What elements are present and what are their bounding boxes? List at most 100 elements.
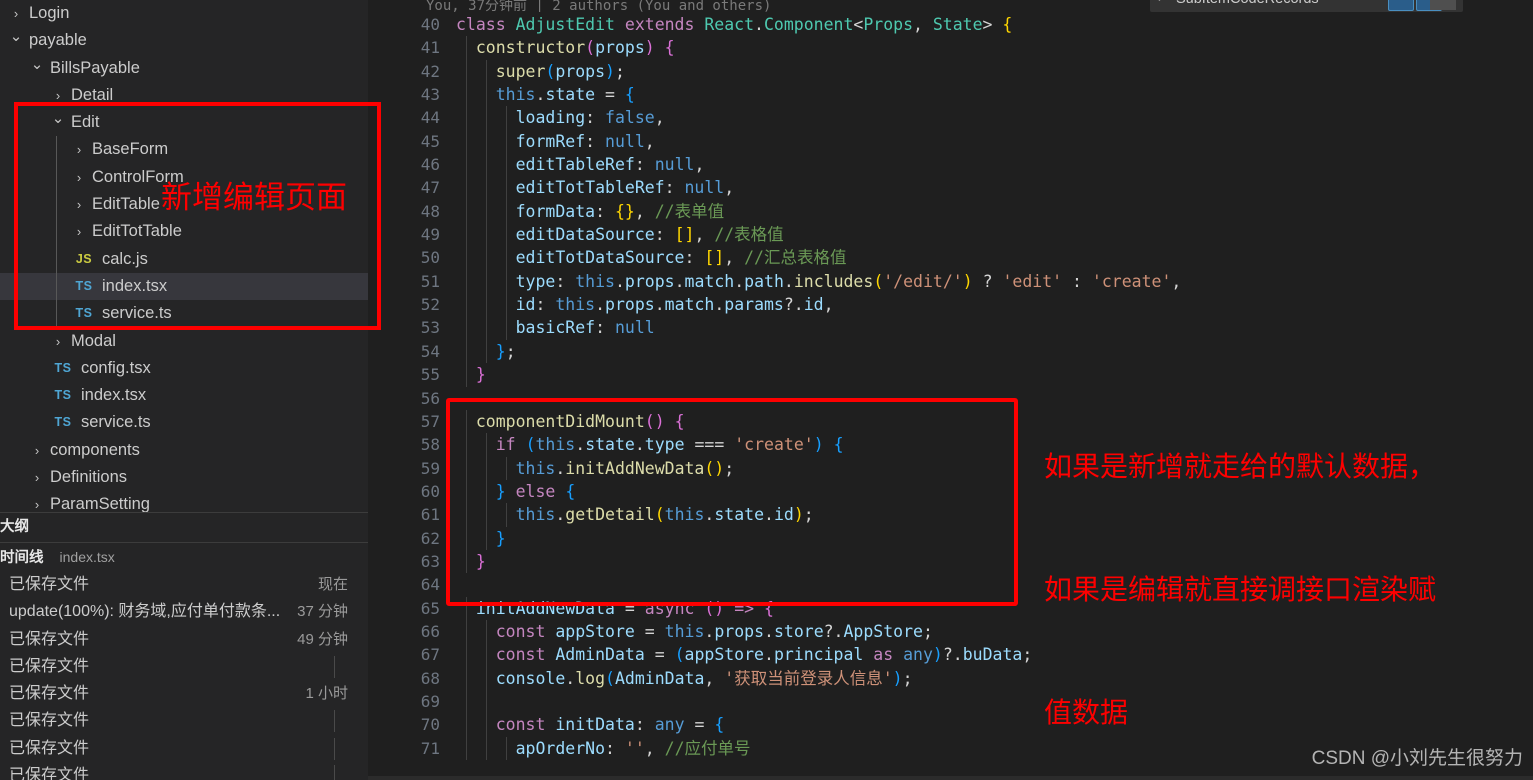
tree-item-calc-js[interactable]: JS calc.js [0, 245, 368, 273]
tree-item-login[interactable]: › Login [0, 0, 368, 27]
line-number: 46 [420, 155, 440, 175]
chevron-right-icon: › [1158, 0, 1162, 5]
line-number: 42 [420, 61, 440, 81]
code-line-text: componentDidMount() { [475, 411, 685, 431]
timeline-list[interactable]: 已保存文件 现在 update(100%): 财务域,应付单付款条... 37 分钟已… [0, 571, 368, 780]
editor-bottom-strip [368, 776, 1533, 780]
editor-actions-overflow[interactable]: ⋯ [1463, 0, 1533, 12]
tree-item-edittottable[interactable]: › EditTotTable [0, 218, 368, 246]
code-line[interactable]: 40 class AdjustEdit extends React.Compone… [368, 13, 1533, 36]
tree-item-baseform[interactable]: › BaseForm [0, 136, 368, 164]
timeline-tick-mark [334, 765, 335, 780]
tree-item-label: ParamSetting [50, 495, 150, 512]
chevron-right-icon[interactable]: › [71, 164, 87, 191]
code-line[interactable]: 46 editTableRef: null, [368, 153, 1533, 177]
breadcrumb-bar[interactable]: › SubItemCodeRecords [1150, 0, 1463, 12]
line-number: 66 [420, 621, 440, 641]
tree-item-index-tsx[interactable]: TS index.tsx [0, 272, 368, 301]
timeline-title: 时间线 [0, 550, 44, 566]
timeline-row[interactable]: 已保存文件 49 分钟 [0, 626, 368, 653]
code-line-text: class AdjustEdit extends React.Component… [456, 15, 1013, 34]
split-editor-icon[interactable] [1388, 0, 1414, 11]
tree-item-billspayable[interactable]: ⌄ BillsPayable [0, 55, 368, 82]
code-line-text: this.state = { [495, 85, 635, 105]
tree-item-edit[interactable]: ⌄ Edit [0, 109, 368, 136]
tree-item-label: calc.js [102, 249, 148, 268]
code-line[interactable]: 54 }; [368, 339, 1533, 364]
explorer-sidebar: › Login ⌄ payable ⌄ BillsPayable › Detail ⌄ Edit ›… [0, 0, 368, 780]
code-line[interactable]: 47 editTotTableRef: null, [368, 176, 1533, 200]
code-line-text: editTableRef: null, [515, 155, 705, 175]
timeline-section-header[interactable]: 时间线 index.tsx [0, 542, 368, 571]
timeline-row[interactable]: update(100%): 财务域,应付单付款条... 37 分钟 [0, 598, 368, 625]
tree-indent-guide [56, 163, 57, 192]
timeline-row[interactable]: 已保存文件 现在 [0, 571, 368, 598]
tree-indent-guide [56, 191, 57, 219]
chevron-right-icon[interactable]: › [71, 218, 87, 245]
tree-item-payable[interactable]: ⌄ payable [0, 27, 368, 54]
timeline-row[interactable]: 已保存文件 [0, 707, 368, 734]
code-line-text: const initData: any = { [495, 715, 725, 735]
timeline-tick-mark [334, 710, 335, 733]
line-number: 41 [420, 38, 440, 58]
chevron-right-icon[interactable]: › [29, 464, 45, 491]
ts-file-icon: TS [54, 388, 72, 403]
code-line[interactable]: 51 type: this.props.match.path.includes(… [368, 269, 1533, 294]
chevron-right-icon[interactable]: › [50, 328, 66, 355]
tree-item-paramsetting[interactable]: › ParamSetting [0, 491, 368, 512]
file-explorer-tree[interactable]: › Login ⌄ payable ⌄ BillsPayable › Detail ⌄ Edit ›… [0, 0, 368, 512]
line-number: 62 [420, 528, 440, 548]
minimap-slider[interactable] [1430, 0, 1456, 10]
timeline-row-label: 已保存文件 [9, 685, 90, 703]
code-line-text: type: this.props.match.path.includes('/e… [515, 271, 1182, 291]
code-line[interactable]: 52 id: this.props.match.params?.id, [368, 293, 1533, 317]
tree-item-definitions[interactable]: › Definitions [0, 464, 368, 491]
code-line-text: initAddNewData = async () => { [475, 598, 774, 618]
tree-item-config-tsx[interactable]: TS config.tsx [0, 355, 368, 382]
outline-section-header[interactable]: 大纲 [0, 512, 368, 541]
line-number: 47 [420, 178, 440, 198]
tree-item-modal[interactable]: › Modal [0, 328, 368, 355]
code-line[interactable]: 42 super(props); [368, 59, 1533, 84]
line-number: 51 [420, 271, 440, 291]
chevron-down-icon[interactable]: ⌄ [8, 23, 24, 50]
tree-item-service-ts[interactable]: TS service.ts [0, 300, 368, 328]
code-line-text: super(props); [495, 61, 625, 81]
line-number: 57 [420, 411, 440, 431]
timeline-tick-mark [334, 655, 335, 678]
code-line-text: id: this.props.match.params?.id, [515, 295, 834, 315]
timeline-row[interactable]: 已保存文件 [0, 762, 368, 780]
code-line[interactable]: 41 constructor(props) { [368, 36, 1533, 60]
code-line[interactable]: 50 editTotDataSource: [], //汇总表格值 [368, 246, 1533, 270]
tree-item-label: service.ts [81, 413, 151, 432]
timeline-file-name: index.tsx [59, 549, 115, 565]
timeline-row-time: 49 分钟 [297, 630, 348, 648]
line-number: 55 [420, 365, 440, 385]
code-line[interactable]: 43 this.state = { [368, 83, 1533, 107]
line-number: 68 [420, 668, 440, 688]
code-line[interactable]: 44 loading: false, [368, 106, 1533, 130]
code-line[interactable]: 53 basicRef: null [368, 316, 1533, 340]
timeline-row[interactable]: 已保存文件 [0, 653, 368, 680]
chevron-right-icon[interactable]: › [29, 491, 45, 512]
timeline-row[interactable]: 已保存文件 [0, 735, 368, 762]
tree-item-components[interactable]: › components [0, 437, 368, 464]
annotation-code-line-2: 如果是编辑就直接调接口渲染赋 [1044, 573, 1437, 606]
chevron-right-icon[interactable]: › [71, 191, 87, 218]
tree-item-label: Edit [71, 113, 100, 132]
ellipsis-icon[interactable]: ⋯ [1471, 0, 1488, 6]
tree-item-service-ts[interactable]: TS service.ts [0, 409, 368, 436]
line-number: 49 [420, 225, 440, 245]
chevron-right-icon[interactable]: › [71, 136, 87, 163]
timeline-row[interactable]: 已保存文件 1 小时 [0, 680, 368, 707]
code-line[interactable]: 49 editDataSource: [], //表格值 [368, 223, 1533, 247]
chevron-down-icon[interactable]: ⌄ [50, 105, 66, 132]
tree-item-index-tsx[interactable]: TS index.tsx [0, 382, 368, 409]
tree-item-label: index.tsx [102, 276, 168, 295]
breadcrumb-item-label[interactable]: SubItemCodeRecords [1176, 0, 1319, 7]
code-line[interactable]: 48 formData: {}, //表单值 [368, 199, 1533, 224]
tree-indent-guide [56, 218, 57, 246]
code-line[interactable]: 45 formRef: null, [368, 129, 1533, 154]
chevron-right-icon[interactable]: › [29, 437, 45, 464]
chevron-down-icon[interactable]: ⌄ [29, 51, 45, 78]
